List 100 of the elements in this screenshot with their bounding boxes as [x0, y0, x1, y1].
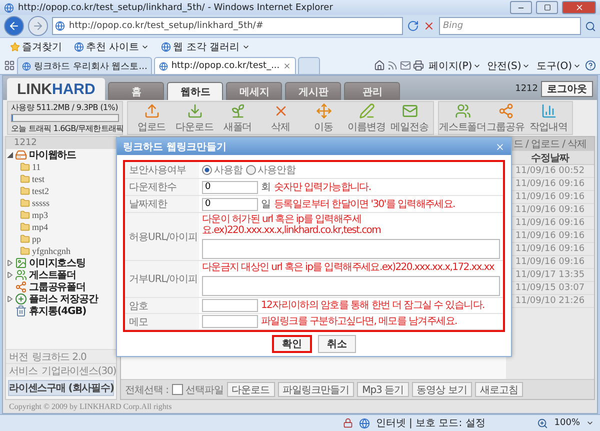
- users-icon: [15, 269, 27, 281]
- checkbox[interactable]: [172, 384, 183, 395]
- star-icon: [10, 42, 20, 52]
- close-icon[interactable]: [282, 62, 291, 70]
- expander-icon[interactable]: [7, 260, 13, 266]
- license-button[interactable]: 라이센스구매 (회사필수): [8, 380, 114, 396]
- radio-button[interactable]: [202, 165, 212, 175]
- back-button[interactable]: [4, 16, 24, 36]
- zoom-level[interactable]: 100%: [554, 418, 580, 428]
- input-field[interactable]: [202, 315, 258, 328]
- command-menu[interactable]: 도구(O): [534, 57, 583, 74]
- input-field[interactable]: 0: [202, 198, 258, 210]
- favorites-menu[interactable]: 웹 조각 갤러리: [159, 40, 252, 54]
- tree-item[interactable]: test: [32, 174, 44, 184]
- dialog-button[interactable]: 확인: [272, 335, 312, 353]
- stop-icon[interactable]: [423, 20, 435, 32]
- sprout-icon: [230, 102, 246, 118]
- unit-label: 회: [261, 181, 271, 194]
- folder-icon: [20, 162, 30, 172]
- window-title: http://opop.co.kr/test_setup/linkhard_5th/ - Windows Internet Explorer: [18, 2, 333, 12]
- field-label: 암호: [125, 298, 199, 313]
- tree-item[interactable]: test2: [32, 186, 49, 196]
- tree-item[interactable]: 플러스 저장공간: [29, 292, 98, 306]
- expander-icon[interactable]: [7, 296, 13, 302]
- browser-icon: [22, 62, 31, 70]
- tree-item[interactable]: 그룹공유폴더: [29, 280, 86, 294]
- tree-item[interactable]: 게스트폴더: [29, 268, 76, 282]
- browser-tab[interactable]: 링크하드 우리회사 웹스토...: [17, 57, 152, 74]
- toolbar-button[interactable]: 새폴더: [216, 102, 259, 134]
- action-button[interactable]: 파일링크만들기: [278, 382, 354, 397]
- protected-mode-icon: [342, 418, 353, 428]
- select-all-label: 전체선택 :: [125, 384, 169, 396]
- toolbar-button[interactable]: 게스트폴더: [441, 102, 484, 134]
- favorites-button[interactable]: 즐겨찾기: [8, 40, 64, 54]
- print-icon[interactable]: [413, 60, 424, 71]
- expander-icon[interactable]: [7, 152, 13, 158]
- help-icon[interactable]: [585, 60, 596, 71]
- field-hint: 12자리이하의 암호를 통해 한번 더 잠그실 수 있습니다.: [261, 300, 484, 311]
- minimize-button[interactable]: [510, 1, 532, 14]
- action-button[interactable]: 새로고침: [474, 382, 523, 397]
- field-hint: 숫자만 입력가능합니다.: [274, 182, 371, 192]
- toolbar-button[interactable]: 그룹공유: [484, 102, 527, 134]
- home-icon[interactable]: [374, 60, 386, 71]
- download-icon: [186, 102, 202, 118]
- toolbar-button[interactable]: 메일전송: [388, 102, 431, 134]
- close-button[interactable]: [562, 1, 596, 14]
- folder-icon: [20, 186, 30, 196]
- tree-item[interactable]: mp3: [32, 210, 48, 220]
- toolbar-button[interactable]: 업로드: [130, 102, 173, 134]
- feed-icon[interactable]: [387, 60, 398, 71]
- arrow-left-icon: [8, 20, 20, 32]
- action-button[interactable]: 다운로드: [226, 382, 275, 397]
- maximize-button[interactable]: [536, 1, 558, 14]
- browser-tab[interactable]: http://opop.co.kr/test_...: [154, 57, 296, 74]
- quick-tabs-icon[interactable]: [4, 60, 15, 71]
- action-button[interactable]: 동영상 보기: [412, 382, 472, 397]
- favorites-menu[interactable]: 추천 사이트: [72, 40, 152, 54]
- mail-icon[interactable]: [400, 60, 412, 71]
- nav-tab[interactable]: 웹하드: [167, 82, 224, 100]
- tree-item[interactable]: mp4: [32, 222, 48, 232]
- input-field[interactable]: 0: [202, 180, 258, 194]
- toolbar-button[interactable]: 이름변경: [345, 102, 388, 134]
- text-area[interactable]: [202, 239, 500, 259]
- logo: LINKHARD: [7, 78, 106, 100]
- field-label: 허용URL/아이피: [125, 213, 199, 260]
- field-label: 거부URL/아이피: [125, 261, 199, 297]
- folder-icon: [20, 210, 30, 220]
- bar-chart-icon: [540, 102, 556, 118]
- dialog-button[interactable]: 취소: [318, 335, 356, 353]
- tree-item[interactable]: 휴지통(4GB): [29, 304, 86, 318]
- radio-button[interactable]: [246, 165, 256, 175]
- maximize-icon: [544, 4, 550, 11]
- tree-item[interactable]: 11: [32, 162, 41, 172]
- refresh-icon[interactable]: [407, 20, 419, 32]
- field-label: 보안사용여부: [125, 162, 199, 178]
- caret-icon[interactable]: [586, 419, 594, 427]
- input-field[interactable]: [202, 299, 258, 312]
- toolbar-button[interactable]: 다운로드: [173, 102, 216, 134]
- forward-button[interactable]: [28, 16, 48, 36]
- toolbar-button[interactable]: 삭제: [259, 102, 302, 134]
- toolbar-button[interactable]: 작업내역: [527, 102, 570, 134]
- logout-button[interactable]: 로그아웃: [541, 81, 593, 97]
- search-field[interactable]: Bing: [439, 17, 581, 35]
- user-id: 1212: [515, 84, 538, 94]
- command-menu[interactable]: 안전(S): [485, 57, 532, 74]
- text-area[interactable]: [202, 276, 500, 296]
- close-icon[interactable]: [495, 142, 505, 152]
- expander-icon[interactable]: [7, 272, 13, 278]
- tree-item[interactable]: sssss: [32, 198, 50, 208]
- tree-item[interactable]: pp: [32, 234, 41, 244]
- tree-item[interactable]: 마이웹하드: [29, 148, 76, 162]
- action-button[interactable]: Mp3 듣기: [357, 382, 409, 397]
- address-field[interactable]: http://opop.co.kr/test_setup/linkhard_5th/#: [52, 17, 403, 35]
- browser-icon: [161, 42, 172, 52]
- tree-item[interactable]: yfgnhcgnh: [32, 246, 70, 256]
- tree-item[interactable]: 이미지호스팅: [29, 256, 86, 270]
- field-hint: 다운금지 대상인 url 혹은 ip를 입력해주세요.ex)220.xxx.xx.x,172.xx.xx: [202, 262, 496, 273]
- search-icon[interactable]: [585, 20, 596, 32]
- command-menu[interactable]: 페이지(P): [426, 57, 484, 74]
- toolbar-button[interactable]: 이동: [302, 102, 345, 134]
